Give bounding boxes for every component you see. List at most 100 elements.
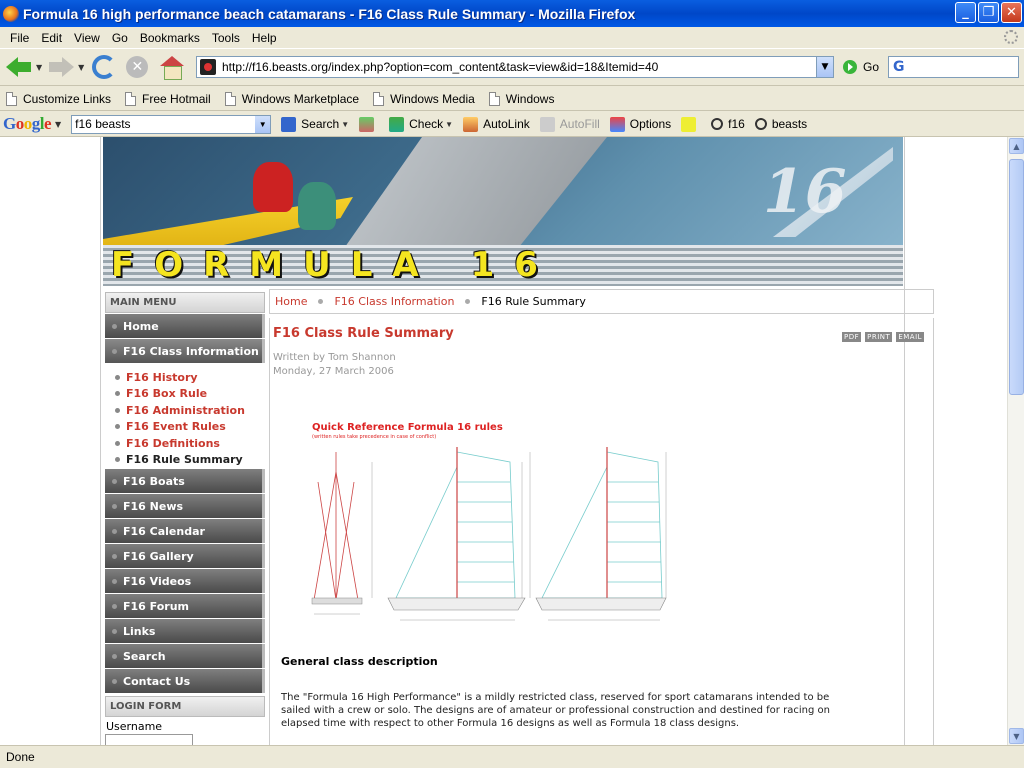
menu-item-f16-forum[interactable]: F16 Forum — [105, 594, 265, 618]
site-favicon-icon — [200, 59, 216, 75]
menu-item-f16-boats[interactable]: F16 Boats — [105, 469, 265, 493]
menu-item-label: Search — [123, 649, 166, 663]
breadcrumb-class-info[interactable]: F16 Class Information — [334, 295, 454, 308]
menu-item-label: F16 Videos — [123, 574, 192, 588]
google-search-icon — [281, 116, 297, 132]
scroll-thumb[interactable] — [1009, 159, 1024, 395]
bookmark-windows-media[interactable]: Windows Media — [373, 91, 475, 106]
submenu-label: F16 Box Rule — [126, 387, 208, 401]
back-dropdown-icon[interactable]: ▼ — [36, 63, 42, 72]
article-paragraph: The "Formula 16 High Performance" is a m… — [281, 692, 830, 729]
stop-button[interactable]: ✕ — [126, 56, 149, 78]
url-dropdown-icon[interactable]: ▼ — [816, 57, 833, 77]
check-dropdown-icon[interactable]: ▼ — [445, 120, 453, 129]
forward-button[interactable]: ▼ — [46, 55, 84, 79]
section-heading: General class description — [281, 655, 438, 668]
menu-bar: File Edit View Go Bookmarks Tools Help — [0, 27, 1024, 48]
submenu-item-rule-summary[interactable]: F16 Rule Summary — [115, 452, 265, 469]
menu-item-f16-videos[interactable]: F16 Videos — [105, 569, 265, 593]
google-query-text: f16 beasts — [75, 117, 131, 131]
menu-go[interactable]: Go — [106, 31, 134, 45]
bookmark-customize-links[interactable]: Customize Links — [6, 91, 111, 106]
google-search-button[interactable]: Search ▼ — [281, 116, 349, 132]
forward-arrow-icon — [46, 55, 76, 79]
forward-dropdown-icon[interactable]: ▼ — [78, 63, 84, 72]
status-text: Done — [6, 750, 35, 764]
menu-item-f16-calendar[interactable]: F16 Calendar — [105, 519, 265, 543]
scroll-up-icon[interactable]: ▲ — [1009, 138, 1024, 154]
menu-item-f16-gallery[interactable]: F16 Gallery — [105, 544, 265, 568]
pagerank-button[interactable] — [359, 116, 379, 132]
bullet-icon — [115, 440, 120, 446]
submenu-item-definitions[interactable]: F16 Definitions — [115, 435, 265, 452]
bullet-icon — [112, 653, 117, 659]
username-input[interactable] — [105, 734, 193, 745]
bookmark-label: Windows — [505, 91, 555, 106]
go-button[interactable]: Go — [843, 60, 879, 74]
google-logo[interactable]: Google — [3, 114, 52, 134]
search-term-beasts[interactable]: beasts — [754, 117, 807, 131]
vertical-scrollbar[interactable]: ▲ ▼ — [1007, 137, 1024, 745]
reload-button[interactable] — [92, 55, 117, 79]
google-query-dropdown-icon[interactable]: ▼ — [255, 115, 271, 133]
maximize-button[interactable]: ❐ — [978, 2, 999, 23]
google-search-input[interactable]: f16 beasts ▼ — [71, 114, 272, 134]
menu-bookmarks[interactable]: Bookmarks — [134, 31, 206, 45]
reload-icon — [92, 55, 117, 79]
bookmark-windows-marketplace[interactable]: Windows Marketplace — [224, 91, 359, 106]
home-icon — [160, 56, 185, 80]
close-button[interactable]: ✕ — [1001, 2, 1022, 23]
menu-edit[interactable]: Edit — [35, 31, 68, 45]
menu-help[interactable]: Help — [246, 31, 283, 45]
bullet-icon — [112, 553, 117, 559]
bullet-icon — [112, 528, 117, 534]
submenu-item-administration[interactable]: F16 Administration — [115, 402, 265, 419]
submenu-item-event-rules[interactable]: F16 Event Rules — [115, 419, 265, 436]
google-g-icon[interactable]: G — [893, 59, 905, 75]
site-banner: 16 FORMULA 16 — [103, 137, 903, 286]
submenu-item-box-rule[interactable]: F16 Box Rule — [115, 386, 265, 403]
menu-item-f16-news[interactable]: F16 News — [105, 494, 265, 518]
bullet-icon — [115, 407, 120, 413]
breadcrumb-separator-icon — [318, 299, 324, 304]
address-bar[interactable]: http://f16.beasts.org/index.php?option=c… — [196, 56, 834, 78]
highlighter-icon — [681, 116, 697, 132]
search-term-f16[interactable]: f16 — [711, 117, 745, 131]
submenu-label: F16 Event Rules — [126, 420, 226, 434]
menu-tools[interactable]: Tools — [206, 31, 246, 45]
article-title[interactable]: F16 Class Rule Summary — [273, 326, 454, 341]
home-button[interactable] — [160, 56, 185, 80]
page-icon — [373, 91, 385, 106]
autolink-wand-icon — [463, 116, 479, 132]
search-engine-box[interactable]: G — [888, 56, 1019, 78]
submenu-item-history[interactable]: F16 History — [115, 369, 265, 386]
pdf-icon[interactable]: PDF — [842, 332, 862, 342]
spell-check-button[interactable]: Check ▼ — [389, 116, 453, 132]
back-button[interactable]: ▼ — [4, 55, 42, 79]
menu-item-home[interactable]: Home — [105, 314, 265, 338]
article-meta: Written by Tom Shannon Monday, 27 March … — [273, 351, 396, 379]
highlight-button[interactable] — [681, 116, 701, 132]
menu-item-links[interactable]: Links — [105, 619, 265, 643]
autofill-icon — [539, 116, 555, 132]
menu-view[interactable]: View — [68, 31, 106, 45]
f16-logo-number: 16 — [763, 157, 847, 227]
magnifier-icon — [711, 118, 724, 130]
autolink-button[interactable]: AutoLink — [463, 116, 530, 132]
minimize-button[interactable]: _ — [955, 2, 976, 23]
bookmark-free-hotmail[interactable]: Free Hotmail — [125, 91, 211, 106]
search-dropdown-icon[interactable]: ▼ — [341, 120, 349, 129]
scroll-down-icon[interactable]: ▼ — [1009, 728, 1024, 744]
menu-item-contact-us[interactable]: Contact Us — [105, 669, 265, 693]
google-menu-dropdown-icon[interactable]: ▼ — [55, 120, 61, 129]
bookmark-windows[interactable]: Windows — [488, 91, 555, 106]
url-text[interactable]: http://f16.beasts.org/index.php?option=c… — [222, 60, 658, 74]
menu-file[interactable]: File — [4, 31, 35, 45]
banner-wordmark: FORMULA 16 — [111, 245, 558, 285]
options-button[interactable]: Options — [609, 116, 671, 132]
breadcrumb-home[interactable]: Home — [275, 295, 307, 308]
menu-item-search[interactable]: Search — [105, 644, 265, 668]
menu-item-f16-class-information[interactable]: F16 Class Information — [105, 339, 265, 363]
print-icon[interactable]: PRINT — [865, 332, 893, 342]
autofill-button[interactable]: AutoFill — [539, 116, 600, 132]
